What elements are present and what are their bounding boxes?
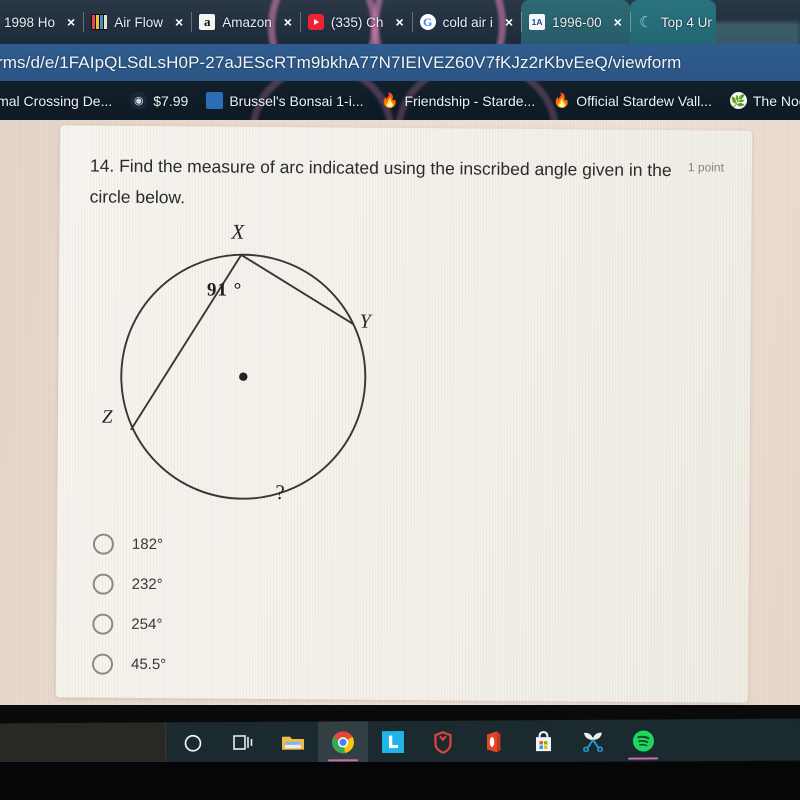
circle-diagram-svg [120,253,367,500]
point-y-label: Y [359,310,371,333]
office-icon[interactable] [468,720,518,762]
bookmark-label: Official Stardew Vall... [576,92,712,109]
tab-label: cold air i [442,14,493,30]
option-label: 254° [131,615,163,633]
unknown-arc-label: ? [275,479,285,505]
option-row[interactable]: 45.5° [91,644,167,685]
microsoft-store-icon[interactable] [518,720,568,762]
taskbar-icon-list [168,719,668,764]
bookmark-animal-crossing[interactable]: imal Crossing De... [0,81,112,120]
tab-top-4[interactable]: ☾ Top 4 Ur [629,0,716,44]
windows-taskbar [0,718,800,766]
close-icon[interactable]: × [171,15,187,29]
option-label: 232° [131,575,163,593]
steam-icon: ◉ [130,92,148,109]
form-question-card: 14. Find the measure of arc indicated us… [55,125,753,703]
point-z-label: Z [101,406,113,428]
option-label: 182° [131,535,164,553]
airflow-icon [91,14,108,30]
chrome-icon[interactable] [317,721,369,764]
bookmark-label: imal Crossing De... [0,92,113,109]
tab-amazon[interactable]: a Amazon × [191,0,300,44]
cortana-icon[interactable] [168,722,218,764]
radio-button-232[interactable] [92,573,114,595]
close-icon[interactable]: × [280,15,296,29]
bookmark-label: $7.99 [153,92,189,109]
stardew-icon: 🔥 [553,92,571,108]
point-x-label: X [231,219,245,244]
amazon-icon: a [199,14,216,30]
file-explorer-icon[interactable] [268,722,318,764]
tab-label: (335) Ch [330,14,384,30]
option-row[interactable]: 182° [92,524,168,565]
browser-url-bar[interactable]: rms/d/e/1FAIpQLSdLsH0P-27aJEScRTm9bkhA77… [0,44,800,81]
url-text[interactable]: rms/d/e/1FAIpQLSdLsH0P-27aJEScRTm9bkhA77… [0,53,681,73]
screen-photo: 1998 Ho × Air Flow × a Amazon × (335) Ch… [0,0,800,800]
inscribed-angle-label: 91 ° [206,279,243,301]
page-viewport: 14. Find the measure of arc indicated us… [0,120,800,705]
answer-options-list: 182° 232° 254° 45.5° [91,524,168,685]
bookmark-label: Friendship - Starde... [404,92,536,109]
brave-icon[interactable] [418,721,468,763]
task-view-icon[interactable] [218,722,268,764]
bookmark-label: The Nook Bui [752,92,800,109]
tab-label: 1996-00 [552,14,602,30]
radio-button-182[interactable] [92,533,115,555]
stardew-icon: 🔥 [381,92,399,108]
bookmark-friendship-stardew[interactable]: 🔥 Friendship - Starde... [381,81,535,120]
circle-diagram: X Y Z 91 ° ? [77,220,409,513]
bookmark-official-stardew[interactable]: 🔥 Official Stardew Vall... [553,81,712,120]
tab-google-search[interactable]: G cold air i × [411,0,521,44]
tab-label: Air Flow [114,14,163,30]
tab-youtube[interactable]: (335) Ch × [299,0,412,44]
chord-xy [240,254,354,325]
taskbar-start-area[interactable] [0,722,167,766]
close-icon[interactable]: × [391,15,407,29]
google-icon: G [419,14,436,30]
tab-air-flow[interactable]: Air Flow × [83,0,191,44]
radio-button-45-5[interactable] [91,653,114,675]
radio-button-254[interactable] [92,613,114,635]
browser-tab-strip: 1998 Ho × Air Flow × a Amazon × (335) Ch… [0,0,800,44]
tab-label: Top 4 Ur [660,14,712,30]
desk-surface [0,762,800,800]
bookmark-steam-price[interactable]: ◉ $7.99 [130,81,188,120]
center-point-dot [239,372,248,381]
bookmark-nook[interactable]: 🌿 The Nook Bui [729,81,800,120]
question-text: 14. Find the measure of arc indicated us… [89,155,672,208]
spotify-icon[interactable] [618,719,668,761]
tab-label: 1998 Ho [4,14,56,30]
close-icon[interactable]: × [610,15,626,29]
tab-list: 1998 Ho × Air Flow × a Amazon × (335) Ch… [0,0,716,44]
option-row[interactable]: 254° [92,604,167,645]
bookmark-label: Brussel's Bonsai 1-i... [229,92,364,109]
tab-1998-ho[interactable]: 1998 Ho × [0,0,83,44]
bookmarks-bar: imal Crossing De... ◉ $7.99 Brussel's Bo… [0,81,800,120]
internet-archive-icon: 1A [529,14,546,30]
folder-icon [206,92,224,109]
bookmark-brussels-bonsai[interactable]: Brussel's Bonsai 1-i... [206,81,363,120]
leaf-icon: 🌿 [729,92,747,109]
tab-label: Amazon [222,14,272,30]
youtube-icon [307,14,324,30]
close-icon[interactable]: × [63,15,79,29]
tab-internet-archive[interactable]: 1A 1996-00 × [521,0,630,44]
close-icon[interactable]: × [501,15,517,29]
points-label: 1 point [687,160,725,175]
moon-icon: ☾ [639,14,653,30]
option-label: 45.5° [130,655,167,673]
snip-sketch-icon[interactable] [568,720,618,762]
lightshot-icon[interactable] [368,721,418,763]
option-row[interactable]: 232° [92,564,168,605]
